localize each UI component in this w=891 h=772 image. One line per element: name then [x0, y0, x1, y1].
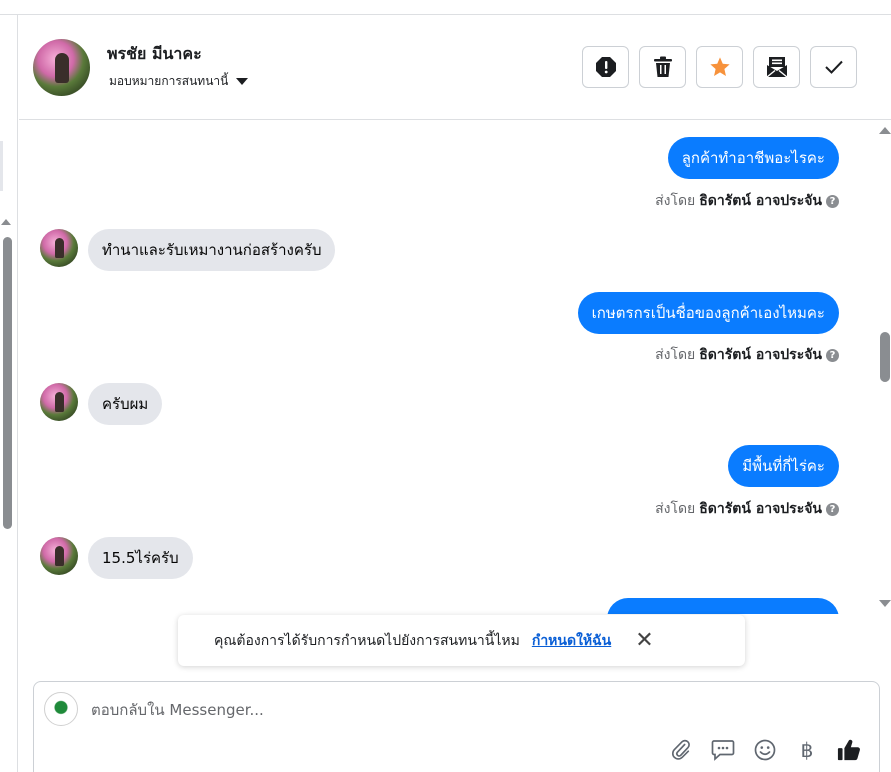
conversation-header: พรชัย มีนาคะ มอบหมายการสนทนานี้ [19, 15, 891, 120]
sent-by-prefix: ส่งโดย [655, 501, 696, 517]
delete-button[interactable] [639, 46, 686, 88]
contact-avatar-small[interactable] [40, 537, 78, 575]
help-icon[interactable]: ? [826, 194, 839, 208]
alert-icon [595, 57, 616, 77]
thumbs-up-icon [837, 739, 860, 761]
contact-avatar-small[interactable] [40, 229, 78, 267]
help-icon[interactable]: ? [826, 502, 839, 516]
conversation-list-panel [0, 15, 18, 772]
contact-avatar[interactable] [33, 39, 90, 96]
like-button[interactable] [837, 738, 861, 762]
sender-name: ธิดารัตน์ อาจประจัน [699, 501, 822, 517]
payment-button[interactable]: ฿ [795, 738, 819, 762]
saved-replies-button[interactable] [711, 738, 735, 762]
assign-dropdown-label: มอบหมายการสนทนานี้ [109, 74, 229, 88]
selected-conversation-indicator [0, 141, 3, 191]
help-icon[interactable]: ? [826, 348, 839, 362]
contact-name[interactable]: พรชัย มีนาคะ [107, 42, 202, 67]
left-scrollbar-thumb[interactable] [3, 237, 12, 529]
caret-down-icon [236, 78, 249, 85]
sender-name: ธิดารัตน์ อาจประจัน [699, 193, 822, 209]
paperclip-icon [671, 739, 690, 760]
outgoing-message[interactable]: มีพื้นที่กี่ไร่คะ [728, 445, 839, 487]
star-button[interactable] [696, 46, 743, 88]
sent-by-label: ส่งโดย ธิดารัตน์ อาจประจัน ? [655, 344, 839, 366]
assign-to-me-link[interactable]: กำหนดให้ฉัน [532, 630, 611, 652]
spam-button[interactable] [582, 46, 629, 88]
baht-icon: ฿ [800, 738, 814, 762]
attach-button[interactable] [669, 738, 693, 762]
sent-by-prefix: ส่งโดย [655, 347, 696, 363]
envelope-icon [766, 57, 787, 78]
thread-scroll-down-arrow[interactable] [879, 600, 891, 607]
left-scroll-up-arrow[interactable] [1, 219, 11, 225]
incoming-message[interactable]: 15.5ไร่ครับ [88, 537, 193, 579]
incoming-message[interactable]: ทำนาและรับเหมางานก่อสร้างครับ [88, 229, 336, 271]
chat-bubble-icon [711, 740, 735, 761]
sent-by-prefix: ส่งโดย [655, 193, 696, 209]
assign-to-me-banner: คุณต้องการได้รับการกำหนดไปยังการสนทนานี้… [178, 615, 745, 666]
done-button[interactable] [810, 46, 857, 88]
outgoing-message[interactable]: เกษตรกรเป็นชื่อของลูกค้าเองไหมคะ [577, 292, 839, 334]
close-icon[interactable]: ✕ [635, 629, 653, 652]
thread-scrollbar-thumb[interactable] [880, 332, 890, 382]
page-logo-avatar [44, 692, 78, 726]
messenger-inbox: พรชัย มีนาคะ มอบหมายการสนทนานี้ ลูกค้าทำ… [0, 0, 891, 772]
reply-input[interactable] [91, 701, 691, 719]
reply-composer: ฿ [33, 681, 880, 772]
assign-dropdown[interactable]: มอบหมายการสนทนานี้ [109, 72, 249, 91]
thread-scroll-up-arrow[interactable] [879, 127, 891, 134]
emoji-button[interactable] [753, 738, 777, 762]
check-icon [824, 60, 843, 74]
sender-name: ธิดารัตน์ อาจประจัน [699, 347, 822, 363]
trash-icon [653, 56, 672, 77]
assign-question: คุณต้องการได้รับการกำหนดไปยังการสนทนานี้… [214, 632, 520, 649]
sent-by-label: ส่งโดย ธิดารัตน์ อาจประจัน ? [655, 190, 839, 212]
star-icon [709, 57, 730, 76]
incoming-message[interactable]: ครับผม [88, 383, 163, 425]
contact-avatar-small[interactable] [40, 383, 78, 421]
sent-by-label: ส่งโดย ธิดารัตน์ อาจประจัน ? [655, 498, 839, 520]
conversation-actions [582, 46, 857, 88]
outgoing-message-partial[interactable] [607, 598, 839, 614]
smiley-icon [754, 739, 776, 761]
message-thread[interactable]: ลูกค้าทำอาชีพอะไรคะ ส่งโดย ธิดารัตน์ อาจ… [19, 121, 879, 614]
composer-tools: ฿ [669, 738, 861, 762]
mark-unread-button[interactable] [753, 46, 800, 88]
outgoing-message[interactable]: ลูกค้าทำอาชีพอะไรคะ [667, 137, 839, 179]
